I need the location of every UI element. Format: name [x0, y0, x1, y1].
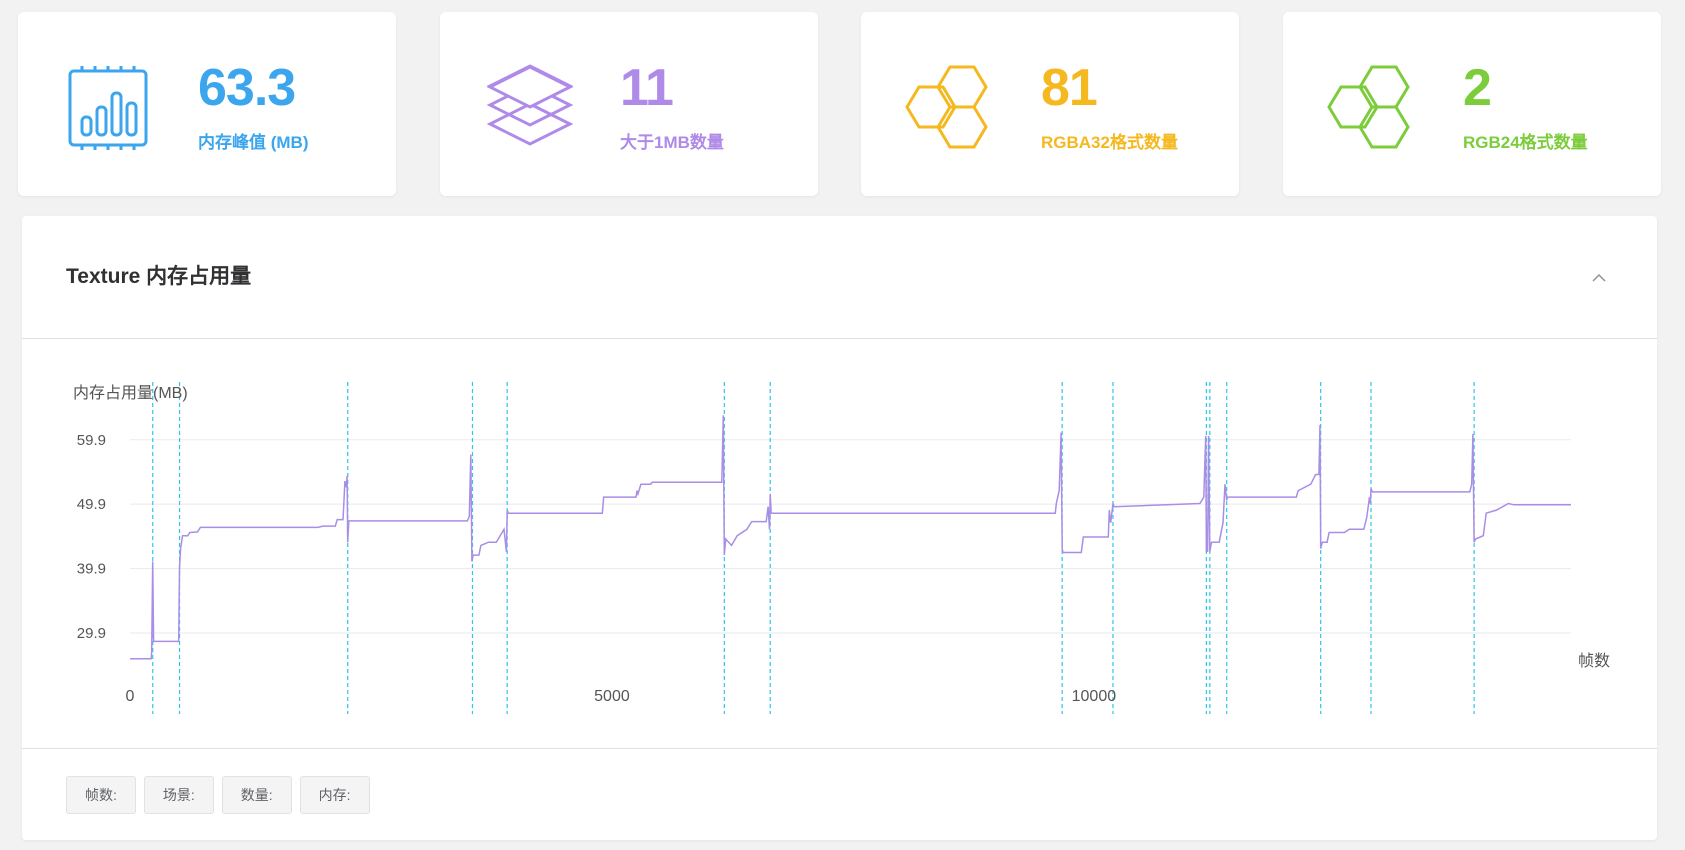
layers-icon	[486, 64, 574, 146]
honeycomb-icon	[1327, 65, 1410, 149]
memory-chip-icon	[68, 66, 148, 150]
scene-tag: 场景:	[143, 776, 214, 814]
stat-value: 11	[620, 59, 674, 117]
stat-card-memory-peak: 63.3 内存峰值 (MB)	[18, 12, 396, 196]
stat-card-rgba32-count: 81 RGBA32格式数量	[861, 12, 1239, 196]
y-tick-label: 49.9	[77, 496, 106, 513]
stat-card-rgb24-count: 2 RGB24格式数量	[1283, 12, 1661, 196]
stat-card-large-texture-count: 11 大于1MB数量	[440, 12, 818, 196]
texture-memory-panel: Texture 内存占用量 内存占用量(MB) 帧数 59.9 49.9 39.9 2…	[22, 216, 1657, 840]
memory-tag: 内存:	[299, 776, 370, 814]
chart-footer-divider	[22, 748, 1657, 749]
x-axis-label: 帧数	[1578, 652, 1610, 670]
stat-value: 2	[1463, 59, 1492, 117]
memory-series-line	[130, 415, 1571, 660]
count-tag: 数量:	[221, 776, 292, 814]
chevron-up-icon[interactable]	[1589, 268, 1609, 288]
y-axis-label: 内存占用量(MB)	[73, 384, 188, 402]
honeycomb-icon	[905, 65, 988, 149]
stat-label: 大于1MB数量	[620, 133, 724, 152]
texture-memory-chart: 内存占用量(MB) 帧数 59.9 49.9 39.9 29.9 0 5000 10000	[73, 382, 1610, 714]
x-tick-label: 0	[126, 688, 135, 705]
stat-label: RGBA32格式数量	[1041, 133, 1178, 152]
y-tick-label: 59.9	[77, 432, 106, 449]
frame-tag: 帧数:	[66, 776, 136, 814]
stat-label: 内存峰值 (MB)	[198, 133, 309, 152]
stat-value: 63.3	[198, 59, 296, 117]
panel-header[interactable]: Texture 内存占用量	[22, 216, 1657, 339]
y-tick-label: 39.9	[77, 561, 106, 578]
y-tick-label: 29.9	[77, 625, 106, 642]
x-tick-label: 10000	[1072, 688, 1117, 705]
x-tick-label: 5000	[594, 688, 630, 705]
stat-value: 81	[1041, 59, 1098, 117]
stat-label: RGB24格式数量	[1463, 133, 1588, 152]
panel-title: Texture 内存占用量	[66, 265, 252, 288]
hover-info-tags: 帧数: 场景: 数量: 内存:	[66, 776, 370, 814]
